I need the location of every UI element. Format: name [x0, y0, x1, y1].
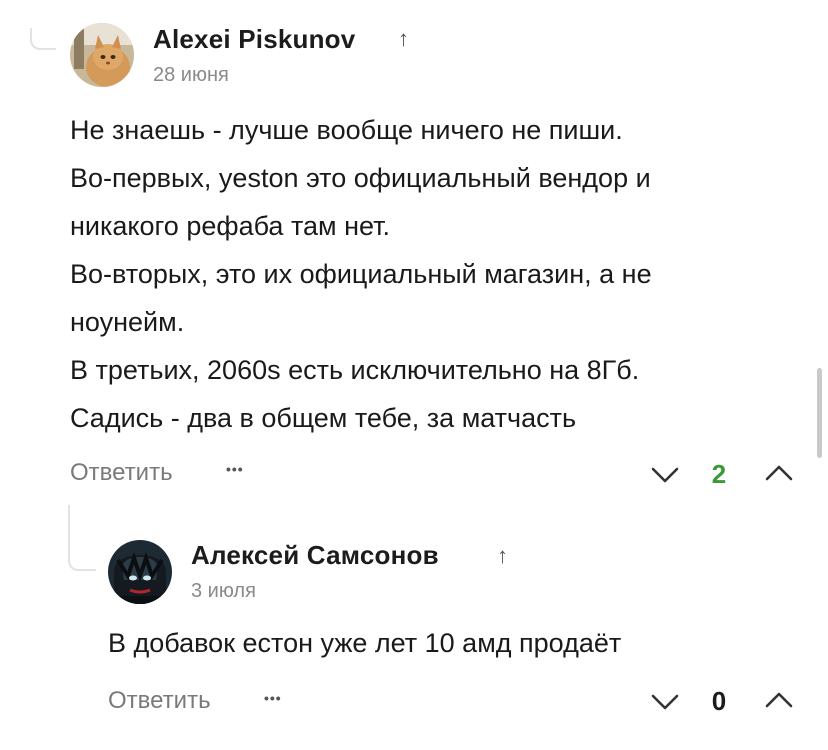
reply-button[interactable]: Ответить	[70, 459, 173, 487]
vote-down-icon[interactable]	[650, 464, 680, 486]
comment-line: ноунейм.	[70, 307, 185, 337]
vote-up-icon[interactable]	[764, 689, 794, 711]
avatar[interactable]	[70, 23, 134, 87]
comment-line: Во-вторых, это их официальный магазин, а…	[70, 259, 652, 289]
vote-up-icon[interactable]	[764, 462, 794, 484]
author-name[interactable]: Alexei Piskunov	[153, 24, 355, 55]
comment: Alexei Piskunov ↑ 28 июня Не знаешь - лу…	[0, 0, 828, 500]
comment-text: Не знаешь - лучше вообще ничего не пиши.…	[70, 106, 652, 442]
rating-count: 0	[711, 686, 727, 716]
comment-line: В добавок естон уже лет 10 амд продаёт	[108, 628, 622, 658]
more-options-icon[interactable]: •••	[226, 461, 244, 477]
comment-line: Не знаешь - лучше вообще ничего не пиши.	[70, 115, 623, 145]
author-name[interactable]: Алексей Самсонов	[191, 540, 439, 571]
comment-text: В добавок естон уже лет 10 амд продаёт	[108, 619, 621, 667]
comment-line: никакого рефаба там нет.	[70, 211, 390, 241]
reply-button[interactable]: Ответить	[108, 687, 211, 715]
dark-character-avatar-image	[108, 540, 172, 604]
more-options-icon[interactable]: •••	[264, 690, 282, 706]
cat-avatar-image	[70, 23, 134, 87]
arrow-up-icon[interactable]: ↑	[497, 543, 508, 569]
comment-line: В третьих, 2060s есть исключительно на 8…	[70, 355, 640, 385]
vote-down-icon[interactable]	[650, 691, 680, 713]
avatar[interactable]	[108, 540, 172, 604]
rating-count: 2	[711, 459, 727, 489]
comment-line: Во-первых, yeston это официальный вендор…	[70, 163, 651, 193]
comment-date: 28 июня	[153, 64, 229, 86]
comment-date: 3 июля	[191, 580, 256, 602]
reply-comment: Алексей Самсонов ↑ 3 июля В добавок есто…	[0, 500, 828, 750]
comment-line: Садись - два в общем тебе, за матчасть	[70, 403, 577, 433]
arrow-up-icon[interactable]: ↑	[398, 26, 409, 52]
